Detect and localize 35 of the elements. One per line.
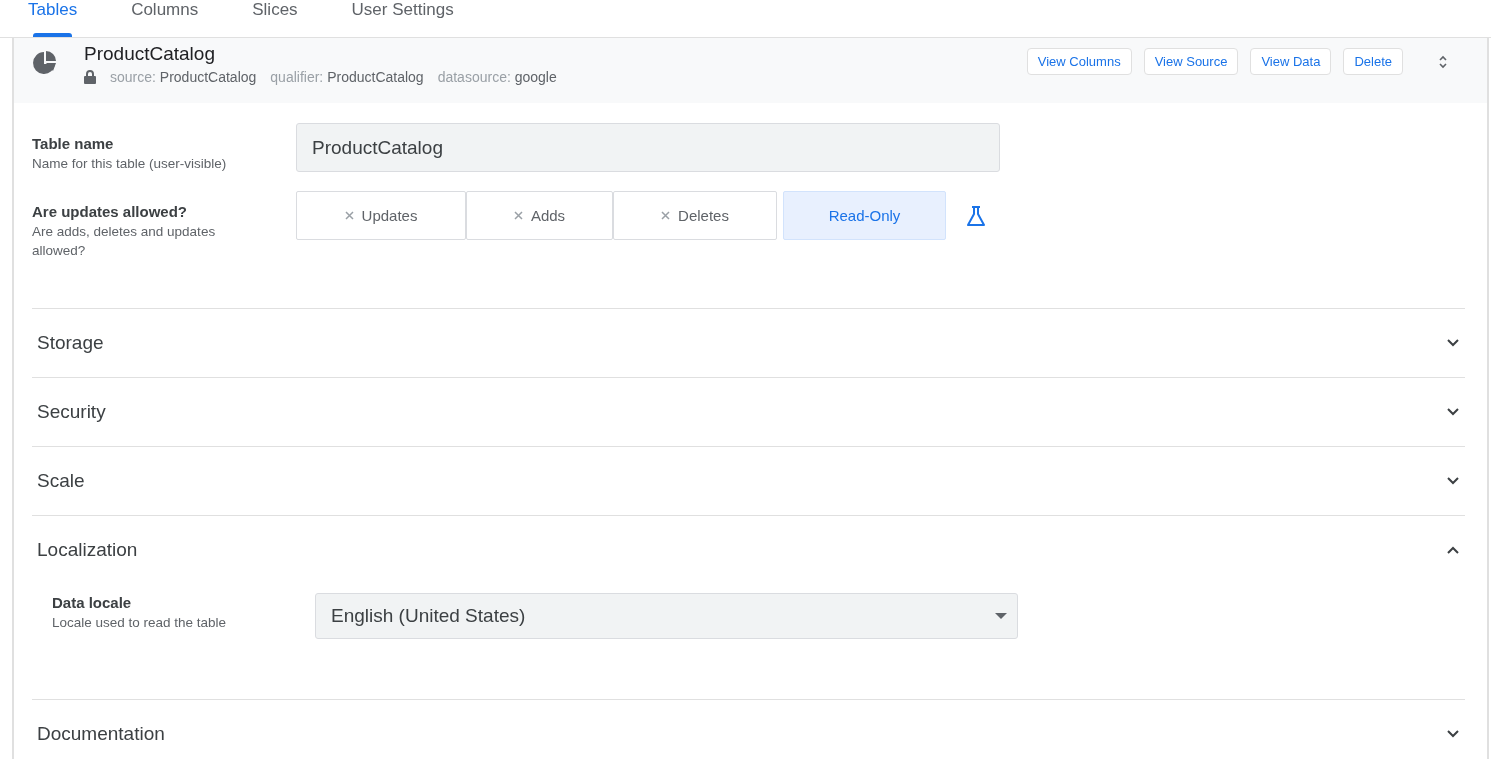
update-option-button[interactable]: Deletes — [613, 191, 777, 240]
header-button[interactable]: View Data — [1250, 48, 1332, 75]
tab[interactable]: Columns — [131, 0, 199, 37]
close-icon — [513, 211, 523, 220]
close-icon — [661, 211, 671, 220]
header-button[interactable]: Delete — [1343, 48, 1403, 75]
meta-text: source: ProductCatalog — [110, 69, 257, 85]
close-icon — [344, 211, 354, 220]
update-option-button[interactable]: Adds — [466, 191, 613, 240]
table-name-field[interactable]: ProductCatalog — [296, 123, 1000, 172]
update-option-button[interactable]: Read-Only — [783, 191, 946, 240]
tab[interactable]: Tables — [28, 0, 78, 37]
tab[interactable]: Slices — [252, 0, 298, 37]
table-title: ProductCatalog — [84, 42, 216, 66]
field-label: Data locale — [52, 593, 133, 613]
field-label: Are updates allowed? — [32, 202, 189, 222]
field-hint: Locale used to read the table — [52, 614, 228, 632]
dropdown-arrow-icon — [995, 613, 1007, 619]
section-header[interactable]: Storage — [32, 309, 1465, 377]
header-button[interactable]: View Columns — [1026, 48, 1132, 75]
locale-dropdown[interactable]: English (United States) — [315, 593, 1018, 639]
meta-text: datasource: google — [437, 69, 557, 85]
field-label: Table name — [32, 134, 115, 154]
pie-chart-icon — [32, 50, 58, 76]
field-hint: Name for this table (user-visible) — [32, 155, 228, 173]
update-option-button[interactable]: Updates — [296, 191, 466, 240]
section-header[interactable]: Security — [32, 378, 1465, 446]
section-header[interactable]: Documentation — [32, 700, 1465, 759]
flask-icon[interactable] — [965, 204, 987, 227]
tab[interactable]: User Settings — [351, 0, 454, 37]
header-button[interactable]: View Source — [1143, 48, 1239, 75]
meta-text: qualifier: ProductCatalog — [270, 69, 424, 85]
field-hint: Are adds, deletes and updates allowed? — [32, 223, 217, 260]
section-header[interactable]: Localization — [32, 516, 1465, 584]
section-header[interactable]: Scale — [32, 447, 1465, 515]
